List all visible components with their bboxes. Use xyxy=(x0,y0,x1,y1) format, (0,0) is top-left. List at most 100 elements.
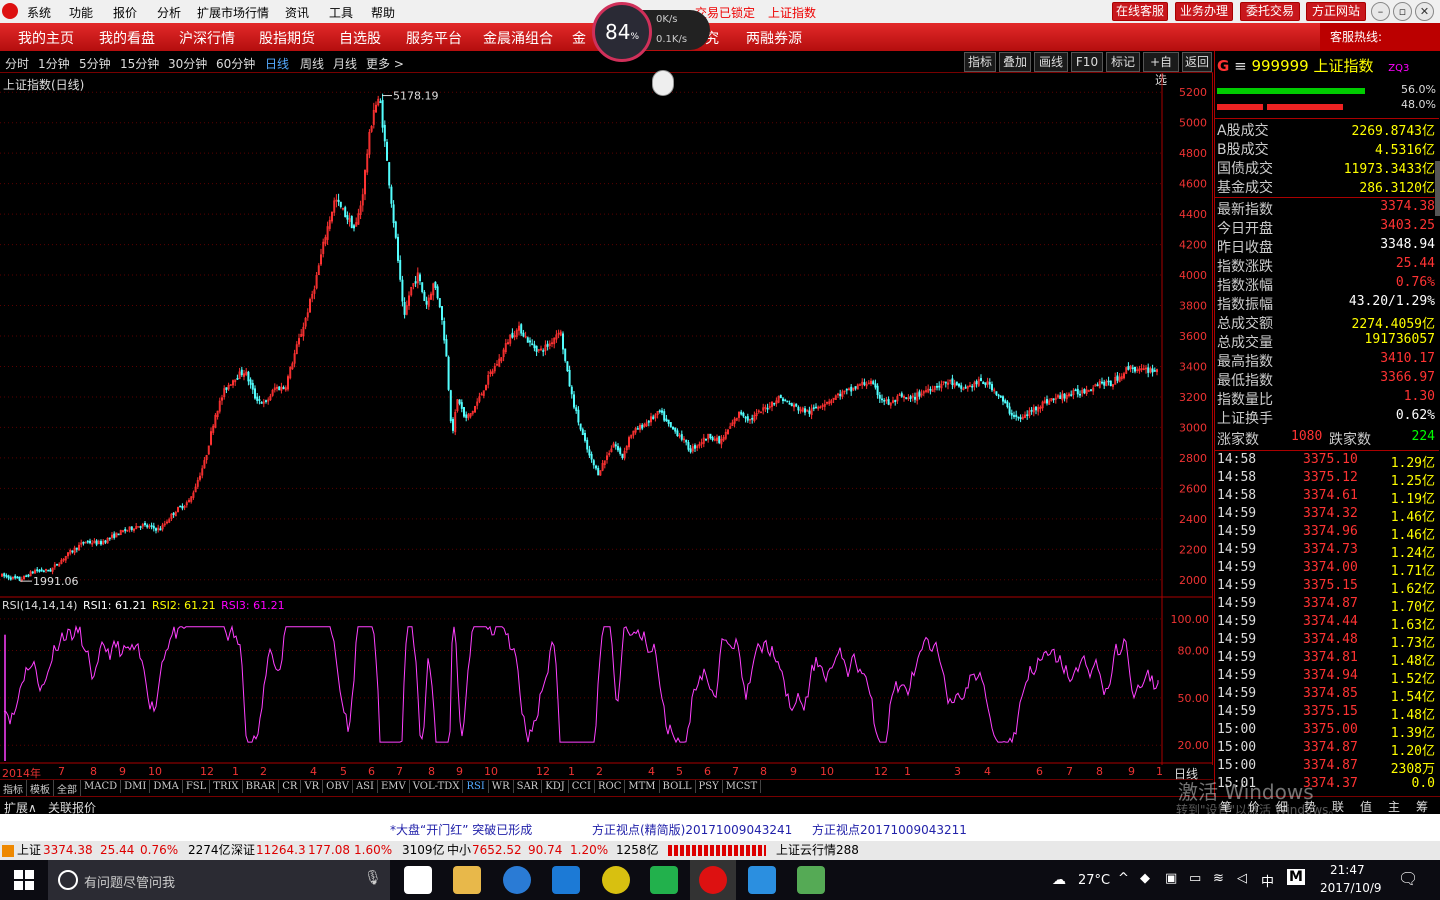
indicator-tab-fsl[interactable]: FSL xyxy=(183,780,211,793)
indicator-tab-kdj[interactable]: KDJ xyxy=(542,780,569,793)
store-icon[interactable] xyxy=(404,866,432,894)
chevron-up-icon[interactable]: ^ xyxy=(1118,871,1129,886)
browser-icon[interactable] xyxy=(503,866,531,894)
menu-analysis[interactable]: 分析 xyxy=(157,4,181,21)
indicator-tab-sar[interactable]: SAR xyxy=(514,780,543,793)
indicator-tab-模板[interactable]: 模板 xyxy=(27,780,54,797)
menu-quote[interactable]: 报价 xyxy=(113,4,137,21)
menu-function[interactable]: 功能 xyxy=(69,4,93,21)
nav-portfolio[interactable]: 金晨涌组合 xyxy=(483,28,553,48)
restore-icon[interactable]: ▫ xyxy=(1393,2,1412,21)
wps-icon[interactable] xyxy=(748,866,776,894)
founder-securities-icon[interactable] xyxy=(699,866,727,894)
ime-indicator[interactable]: 中 xyxy=(1261,871,1274,890)
menu-news[interactable]: 资讯 xyxy=(285,4,309,21)
clock-time[interactable]: 21:47 xyxy=(1330,863,1365,877)
period-tick[interactable]: 分时 xyxy=(5,55,29,72)
period-5min[interactable]: 5分钟 xyxy=(79,55,111,72)
menu-help[interactable]: 帮助 xyxy=(371,4,395,21)
indicator-tab-rsi[interactable]: RSI xyxy=(463,780,489,793)
indicator-tab-cci[interactable]: CCI xyxy=(569,780,595,793)
scrollbar[interactable] xyxy=(1435,161,1440,216)
indicator-tab-vol-tdx[interactable]: VOL-TDX xyxy=(410,780,464,793)
f10-button[interactable]: F10 xyxy=(1071,52,1103,72)
nav-market[interactable]: 沪深行情 xyxy=(179,28,235,48)
windows-start-icon[interactable] xyxy=(14,870,34,890)
notification-icon[interactable]: 🗨 xyxy=(1398,869,1418,888)
menu-tools[interactable]: 工具 xyxy=(329,4,353,21)
nav-watch[interactable]: 我的看盘 xyxy=(99,28,155,48)
indicator-tab-trix[interactable]: TRIX xyxy=(210,780,243,793)
app-green-icon[interactable] xyxy=(650,866,678,894)
indicator-tab-cr[interactable]: CR xyxy=(279,780,302,793)
period-60min[interactable]: 60分钟 xyxy=(216,55,255,72)
ime-mode-icon[interactable]: M xyxy=(1287,869,1305,885)
microphone-icon[interactable]: 🎙 xyxy=(364,870,382,886)
period-daily[interactable]: 日线 xyxy=(265,55,289,72)
indicator-tab-dmi[interactable]: DMI xyxy=(121,780,151,793)
indicator-tab-mtm[interactable]: MTM xyxy=(625,780,660,793)
detail-tab[interactable]: 值 xyxy=(1360,798,1372,815)
period-30min[interactable]: 30分钟 xyxy=(168,55,207,72)
menu-extended-market[interactable]: 扩展市场行情 xyxy=(197,4,269,21)
detail-tab[interactable]: 主 xyxy=(1388,798,1400,815)
indicator-button[interactable]: 指标 xyxy=(964,52,996,72)
nav-service[interactable]: 服务平台 xyxy=(406,28,462,48)
tray-flag-icon[interactable]: ▣ xyxy=(1165,871,1177,886)
period-more[interactable]: 更多 > xyxy=(366,55,404,72)
add-favorite-button[interactable]: +自选 xyxy=(1143,52,1179,87)
period-weekly[interactable]: 周线 xyxy=(300,55,324,72)
draw-button[interactable]: 画线 xyxy=(1034,52,1068,72)
back-button[interactable]: 返回 xyxy=(1182,52,1212,72)
detail-tab[interactable]: 筹 xyxy=(1416,798,1428,815)
cloud-quote[interactable]: 上证云行情288 xyxy=(776,841,859,860)
indicator-tab-boll[interactable]: BOLL xyxy=(660,780,696,793)
indicator-tab-dma[interactable]: DMA xyxy=(150,780,183,793)
indicator-tab-asi[interactable]: ASI xyxy=(353,780,378,793)
period-15min[interactable]: 15分钟 xyxy=(120,55,159,72)
indicator-tab-指标[interactable]: 指标 xyxy=(0,780,27,797)
news-item-1[interactable]: *大盘“开门红” 突破已形成 xyxy=(390,821,532,838)
search-box[interactable]: 有问题尽管问我 🎙 xyxy=(48,860,390,900)
overlay-button[interactable]: 叠加 xyxy=(999,52,1031,72)
nav-gold[interactable]: 金 xyxy=(572,28,586,48)
indicator-tab-brar[interactable]: BRAR xyxy=(243,780,280,793)
indicator-tab-mcst[interactable]: MCST xyxy=(723,780,762,793)
website-button[interactable]: 方正网站 xyxy=(1306,2,1366,21)
period-1min[interactable]: 1分钟 xyxy=(38,55,70,72)
indicator-tab-macd[interactable]: MACD xyxy=(81,780,122,793)
tray-app-icon[interactable]: ◆ xyxy=(1140,871,1150,886)
indicator-tab-emv[interactable]: EMV xyxy=(378,780,410,793)
chart-area[interactable]: 2000 2200 2400 2600 2800 3000 3200 3400 3600 3800… xyxy=(0,73,1213,765)
nav-futures[interactable]: 股指期货 xyxy=(259,28,315,48)
indicator-tab-全部[interactable]: 全部 xyxy=(54,780,81,797)
trade-button[interactable]: 委托交易 xyxy=(1240,2,1300,21)
nav-home[interactable]: 我的主页 xyxy=(18,28,74,48)
indicator-tab-roc[interactable]: ROC xyxy=(595,780,626,793)
volume-icon[interactable]: ◁ xyxy=(1237,871,1247,886)
period-monthly[interactable]: 月线 xyxy=(333,55,357,72)
minimize-icon[interactable]: – xyxy=(1371,2,1390,21)
app-icon[interactable] xyxy=(797,866,825,894)
indicator-tab-obv[interactable]: OBV xyxy=(323,780,353,793)
news-item-3[interactable]: 方正视点20171009043211 xyxy=(812,821,967,838)
nav-margin[interactable]: 两融券源 xyxy=(746,28,802,48)
chrome-like-icon[interactable] xyxy=(602,866,630,894)
indicator-tab-vr[interactable]: VR xyxy=(301,780,324,793)
clock-date[interactable]: 2017/10/9 xyxy=(1320,881,1382,895)
kline-chart[interactable]: 2000 2200 2400 2600 2800 3000 3200 3400 3600 3800… xyxy=(0,73,1213,765)
online-service-button[interactable]: 在线客服 xyxy=(1112,2,1168,21)
close-icon[interactable]: ✕ xyxy=(1415,2,1434,21)
file-explorer-icon[interactable] xyxy=(453,866,481,894)
nav-favorites[interactable]: 自选股 xyxy=(339,28,381,48)
indicator-tab-psy[interactable]: PSY xyxy=(696,780,723,793)
battery-icon[interactable]: ▭ xyxy=(1189,871,1201,886)
speed-widget[interactable]: 84% xyxy=(592,2,652,62)
business-button[interactable]: 业务办理 xyxy=(1175,2,1233,21)
edge-icon[interactable] xyxy=(552,866,580,894)
wifi-icon[interactable]: ≋ xyxy=(1213,871,1224,886)
news-item-2[interactable]: 方正视点(精简版)20171009043241 xyxy=(592,821,792,838)
menu-system[interactable]: 系统 xyxy=(27,4,51,21)
indicator-tab-wr[interactable]: WR xyxy=(489,780,514,793)
mark-button[interactable]: 标记 xyxy=(1106,52,1140,72)
